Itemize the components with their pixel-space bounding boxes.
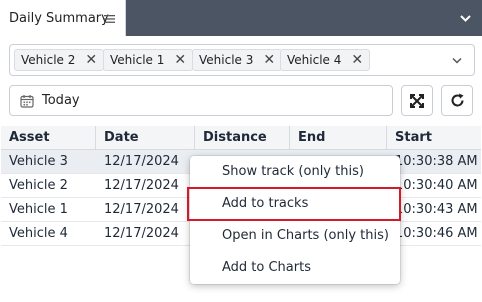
menu-item-open-in-charts-only[interactable]: Open in Charts (only this) xyxy=(190,220,400,252)
menu-item-show-track-only[interactable]: Show track (only this) xyxy=(190,156,400,188)
vehicle-chip: Vehicle 2 ✕ xyxy=(14,49,105,71)
chip-label: Vehicle 1 xyxy=(110,53,165,67)
cell-asset: Vehicle 2 xyxy=(9,178,68,193)
column-header-distance[interactable]: Distance xyxy=(195,126,290,150)
menu-item-add-to-charts[interactable]: Add to Charts xyxy=(190,252,400,284)
chevron-down-icon[interactable] xyxy=(452,57,462,64)
column-header-start[interactable]: Start xyxy=(387,126,481,150)
cell-date: 12/17/2024 xyxy=(104,202,179,217)
column-header-end[interactable]: End xyxy=(290,126,387,150)
chip-label: Vehicle 3 xyxy=(199,53,254,67)
tab-title: Daily Summary xyxy=(9,10,109,26)
cell-date: 12/17/2024 xyxy=(104,178,179,193)
tab-bar: Daily Summary xyxy=(0,0,482,36)
calendar-icon xyxy=(20,95,34,108)
date-range-field[interactable]: Today xyxy=(9,85,393,116)
vehicle-chip: Vehicle 1 ✕ xyxy=(103,49,194,71)
context-menu: Show track (only this) Add to tracks Ope… xyxy=(187,156,401,284)
cell-asset: Vehicle 3 xyxy=(9,154,68,169)
vehicle-multiselect[interactable]: Vehicle 2 ✕ Vehicle 1 ✕ Vehicle 3 ✕ Vehi… xyxy=(9,44,475,76)
remove-chip-icon[interactable]: ✕ xyxy=(85,53,97,67)
chip-label: Vehicle 4 xyxy=(287,53,342,67)
remove-chip-icon[interactable]: ✕ xyxy=(351,53,363,67)
tab-daily-summary[interactable]: Daily Summary xyxy=(0,0,126,36)
column-header-date[interactable]: Date xyxy=(96,126,195,150)
remove-chip-icon[interactable]: ✕ xyxy=(174,53,186,67)
expand-button[interactable] xyxy=(401,85,433,116)
cell-start: 10:30:40 AM xyxy=(395,178,478,193)
cell-date: 12/17/2024 xyxy=(104,154,179,169)
refresh-button[interactable] xyxy=(441,85,473,116)
app-window: Daily Summary Vehicle 2 ✕ Vehicle 1 ✕ Ve… xyxy=(0,0,482,302)
cell-asset: Vehicle 4 xyxy=(9,226,68,241)
expand-icon xyxy=(410,93,424,108)
table-header: Asset Date Distance End Start xyxy=(1,126,481,150)
date-value: Today xyxy=(42,93,80,108)
cell-start: 10:30:38 AM xyxy=(395,154,478,169)
chevron-down-icon[interactable] xyxy=(460,14,471,22)
vehicle-chip: Vehicle 4 ✕ xyxy=(280,49,371,71)
cell-start: 10:30:43 AM xyxy=(395,202,478,217)
refresh-icon xyxy=(451,93,463,107)
column-header-asset[interactable]: Asset xyxy=(1,126,96,150)
remove-chip-icon[interactable]: ✕ xyxy=(263,53,275,67)
hamburger-icon[interactable] xyxy=(104,15,115,23)
vehicle-chip: Vehicle 3 ✕ xyxy=(192,49,283,71)
cell-start: 10:30:46 AM xyxy=(395,226,478,241)
chip-label: Vehicle 2 xyxy=(21,53,76,67)
cell-asset: Vehicle 1 xyxy=(9,202,68,217)
cell-date: 12/17/2024 xyxy=(104,226,179,241)
menu-item-add-to-tracks[interactable]: Add to tracks xyxy=(187,187,401,221)
